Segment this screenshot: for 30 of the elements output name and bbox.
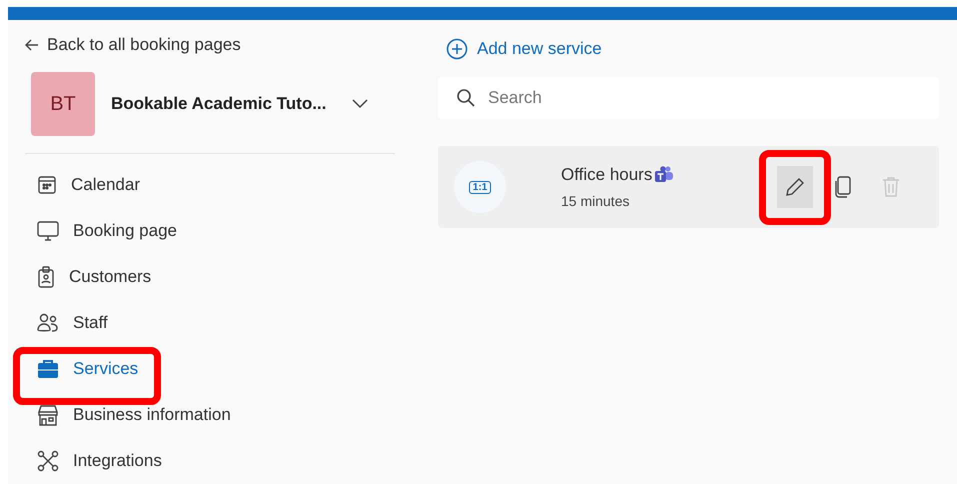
id-badge-icon [37,266,55,288]
sidebar-item[interactable]: Customers [25,266,158,288]
edit-button[interactable] [777,166,813,208]
sidebar-item[interactable]: Calendar [25,174,146,195]
network-icon [37,450,59,472]
search-field[interactable]: Search [438,77,939,119]
back-link[interactable]: Back to all booking pages [25,35,241,55]
copy-icon [834,176,852,198]
plus-circle-icon [446,38,468,60]
people-icon [37,312,59,333]
add-service-link[interactable]: Add new service [446,38,602,60]
service-card[interactable]: 1:1 Office hours 15 minutes [438,146,939,228]
briefcase-icon [37,358,59,379]
service-name: Office hours [561,165,652,185]
chevron-down-icon [352,99,368,109]
service-badge: 1:1 [468,180,492,194]
sidebar-item[interactable]: Services [25,358,144,379]
sidebar-item[interactable]: Booking page [25,220,183,242]
calendar-icon [37,174,57,195]
storefront-icon [37,404,59,426]
business-name: Bookable Academic Tuto... [111,94,326,114]
trash-icon [882,176,900,198]
sidebar-item[interactable]: Staff [25,312,114,333]
pencil-icon [785,177,805,197]
sidebar-item[interactable]: Business information [25,404,237,426]
monitor-icon [37,220,59,242]
service-duration: 15 minutes [561,193,630,209]
sidebar-item[interactable]: Integrations [25,450,168,472]
back-arrow-icon [25,39,39,51]
business-avatar: BT [31,72,95,136]
